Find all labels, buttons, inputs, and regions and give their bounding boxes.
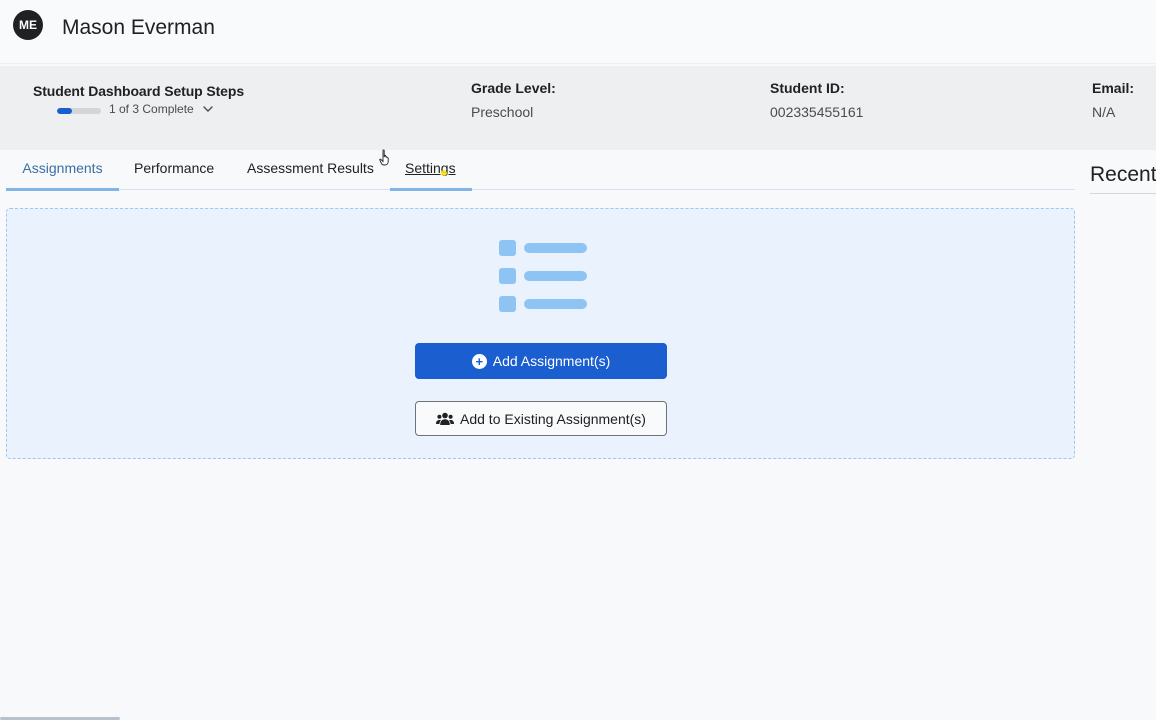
grade-level-value: Preschool <box>471 104 534 120</box>
hand-pointer-icon <box>379 149 389 166</box>
plus-circle-icon: + <box>471 353 487 369</box>
tab-active-indicator <box>6 188 119 191</box>
student-id-field: Student ID: 002335455161 <box>770 80 863 120</box>
email-value: N/A <box>1092 104 1116 120</box>
student-name: Mason Everman <box>62 16 215 39</box>
setup-progress-text: 1 of 3 Complete <box>109 102 194 116</box>
setup-progress-toggle[interactable]: 1 of 3 Complete <box>109 102 214 116</box>
tab-settings-label: Settings <box>405 160 456 176</box>
assignments-empty-state: + Add Assignment(s) Add to Existing Assi… <box>6 208 1075 459</box>
tab-performance[interactable]: Performance <box>134 150 214 190</box>
tab-assignments-label: Assignments <box>22 160 103 176</box>
click-highlight <box>441 170 447 176</box>
add-assignment-button[interactable]: + Add Assignment(s) <box>415 343 667 379</box>
tab-assessment-results[interactable]: Assessment Results <box>247 150 374 190</box>
avatar[interactable]: ME <box>13 10 43 40</box>
setup-progress-bar <box>57 108 101 114</box>
tab-bar: Assignments Performance Assessment Resul… <box>6 150 1075 191</box>
users-icon <box>436 412 454 425</box>
add-to-existing-assignment-button[interactable]: Add to Existing Assignment(s) <box>415 401 667 436</box>
tab-hover-indicator <box>390 188 472 191</box>
tab-assessment-results-label: Assessment Results <box>247 160 374 176</box>
recent-panel-title: Recent <box>1090 163 1156 186</box>
chevron-down-icon <box>203 106 213 112</box>
student-info-band: Student Dashboard Setup Steps 1 of 3 Com… <box>0 66 1156 150</box>
email-label: Email: <box>1092 80 1135 96</box>
grade-level-field: Grade Level: Preschool <box>471 80 556 120</box>
list-illustration-icon <box>499 240 587 312</box>
tab-performance-label: Performance <box>134 160 215 176</box>
tab-settings[interactable]: Settings <box>390 150 472 191</box>
setup-progress-fill <box>57 108 72 114</box>
recent-divider <box>1090 193 1156 194</box>
tab-assignments[interactable]: Assignments <box>6 150 119 191</box>
student-id-label: Student ID: <box>770 80 845 96</box>
add-to-existing-label: Add to Existing Assignment(s) <box>460 410 646 427</box>
page-header: ME Mason Everman <box>0 0 1156 64</box>
grade-level-label: Grade Level: <box>471 80 556 96</box>
add-assignment-label: Add Assignment(s) <box>492 353 611 369</box>
student-id-value: 002335455161 <box>770 104 864 120</box>
email-field: Email: N/A <box>1092 80 1134 120</box>
setup-steps-title: Student Dashboard Setup Steps <box>33 83 245 99</box>
